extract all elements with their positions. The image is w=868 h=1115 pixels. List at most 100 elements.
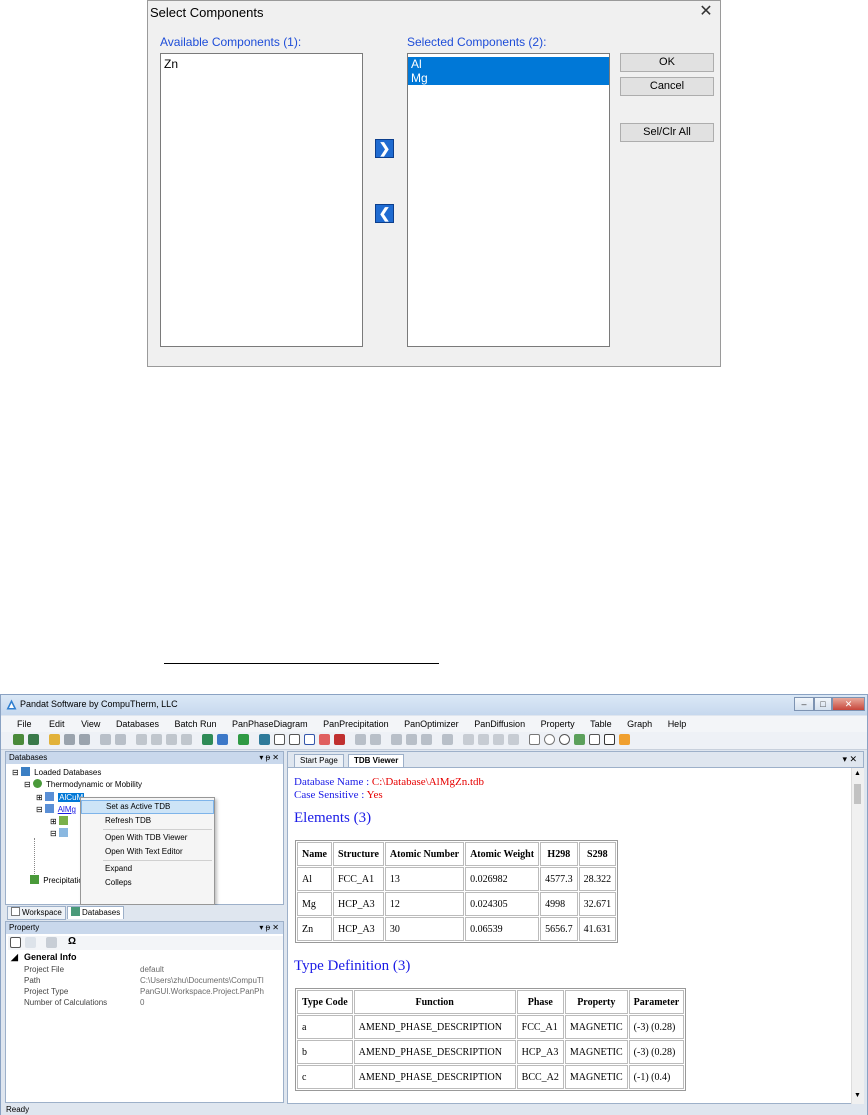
ok-button[interactable]: OK bbox=[620, 53, 714, 72]
scroll-thumb[interactable] bbox=[854, 784, 861, 804]
menu-set-active-tdb[interactable]: Set as Active TDB bbox=[81, 800, 214, 814]
omega-icon[interactable]: Ω bbox=[68, 936, 76, 947]
paste-icon[interactable] bbox=[166, 734, 177, 745]
line-icon[interactable] bbox=[289, 734, 300, 745]
list-icon[interactable] bbox=[463, 734, 474, 745]
chart-icon[interactable] bbox=[304, 734, 315, 745]
tree-subitem[interactable]: ⊟ bbox=[50, 828, 70, 838]
collapse-icon[interactable]: ⊟ bbox=[24, 780, 31, 789]
move-left-button[interactable]: ❮ bbox=[375, 204, 394, 223]
property-row[interactable]: Path C:\Users\zhu\Documents\CompuTl bbox=[6, 975, 283, 986]
property-pages-icon[interactable] bbox=[46, 937, 57, 948]
table-icon[interactable] bbox=[217, 734, 228, 745]
collapse-triangle-icon[interactable]: ◢ bbox=[11, 952, 18, 963]
warning-icon[interactable] bbox=[319, 734, 330, 745]
doc-controls-icon[interactable]: ▾ ✕ bbox=[842, 754, 857, 765]
tree-item-alcum[interactable]: ⊞ AlCuM bbox=[36, 792, 85, 802]
menu-graph[interactable]: Graph bbox=[627, 716, 652, 732]
available-components-list[interactable]: Zn bbox=[160, 53, 363, 347]
expand-icon[interactable]: ⊞ bbox=[50, 817, 57, 826]
collapse-icon[interactable]: ⊟ bbox=[36, 805, 43, 814]
download-icon[interactable] bbox=[238, 734, 249, 745]
export-icon[interactable] bbox=[508, 734, 519, 745]
scatter-icon[interactable] bbox=[478, 734, 489, 745]
calculate-icon[interactable] bbox=[202, 734, 213, 745]
sort-alpha-icon[interactable] bbox=[25, 937, 36, 948]
zoom-box-icon[interactable] bbox=[391, 734, 402, 745]
delete-icon[interactable] bbox=[181, 734, 192, 745]
property-row[interactable]: Project Type PanGUI.Workspace.Project.Pa… bbox=[6, 986, 283, 997]
general-info-section[interactable]: ◢ General Info bbox=[6, 952, 283, 963]
new-project-icon[interactable] bbox=[13, 734, 24, 745]
tree-root[interactable]: ⊟ Loaded Databases bbox=[12, 767, 101, 777]
vertical-scrollbar[interactable]: ▲ ▼ bbox=[851, 768, 864, 1104]
menu-open-text-editor[interactable]: Open With Text Editor bbox=[81, 845, 214, 859]
tab-workspace[interactable]: Workspace bbox=[7, 906, 66, 920]
scroll-up-icon[interactable]: ▲ bbox=[854, 770, 861, 777]
pane-controls-icon[interactable]: ▾ ᵽ ✕ bbox=[259, 752, 279, 764]
property-row[interactable]: Project File default bbox=[6, 964, 283, 975]
menu-help[interactable]: Help bbox=[668, 716, 687, 732]
layout-icon[interactable] bbox=[370, 734, 381, 745]
pane-controls-icon[interactable]: ▾ ᵽ ✕ bbox=[259, 922, 279, 934]
menu-panoptimizer[interactable]: PanOptimizer bbox=[404, 716, 459, 732]
zoom-out-box-icon[interactable] bbox=[421, 734, 432, 745]
menu-file[interactable]: File bbox=[17, 716, 32, 732]
tab-databases[interactable]: Databases bbox=[67, 906, 125, 919]
magnifier-icon[interactable] bbox=[544, 734, 555, 745]
new-workspace-icon[interactable] bbox=[28, 734, 39, 745]
close-icon[interactable]: ✕ bbox=[832, 697, 865, 711]
tree-item-precipitation[interactable]: Precipitation bbox=[30, 875, 87, 885]
selected-components-list[interactable]: Al Mg bbox=[407, 53, 610, 347]
expand-icon[interactable]: ⊞ bbox=[36, 793, 43, 802]
grid-icon[interactable] bbox=[355, 734, 366, 745]
select-clear-all-button[interactable]: Sel/Clr All bbox=[620, 123, 714, 142]
tab-start-page[interactable]: Start Page bbox=[294, 754, 344, 767]
menu-collapse[interactable]: Colleps bbox=[81, 876, 214, 890]
scroll-down-icon[interactable]: ▼ bbox=[854, 1092, 861, 1099]
tree-item-almg[interactable]: ⊟ AlMg bbox=[36, 804, 76, 814]
legend-icon[interactable] bbox=[589, 734, 600, 745]
stop-icon[interactable] bbox=[334, 734, 345, 745]
print-icon[interactable] bbox=[115, 734, 126, 745]
tree-subitem[interactable]: ⊞ bbox=[50, 816, 70, 826]
menu-panprecipitation[interactable]: PanPrecipitation bbox=[323, 716, 389, 732]
list-item[interactable]: Al bbox=[408, 57, 609, 71]
open-folder-icon[interactable] bbox=[49, 734, 60, 745]
maximize-icon[interactable]: □ bbox=[814, 697, 832, 711]
pencil-icon[interactable] bbox=[619, 734, 630, 745]
list-item[interactable]: Mg bbox=[408, 71, 609, 85]
menu-batch-run[interactable]: Batch Run bbox=[174, 716, 216, 732]
zoom-in-box-icon[interactable] bbox=[406, 734, 417, 745]
list-item[interactable]: Zn bbox=[161, 57, 362, 71]
categorized-icon[interactable] bbox=[10, 937, 21, 948]
text-icon[interactable] bbox=[604, 734, 615, 745]
document-icon[interactable] bbox=[493, 734, 504, 745]
collapse-icon[interactable]: ⊟ bbox=[12, 768, 19, 777]
property-row[interactable]: Number of Calculations 0 bbox=[6, 997, 283, 1008]
menu-expand[interactable]: Expand bbox=[81, 862, 214, 876]
columns-icon[interactable] bbox=[442, 734, 453, 745]
minimize-icon[interactable]: – bbox=[794, 697, 814, 711]
save-all-icon[interactable] bbox=[79, 734, 90, 745]
rotate-icon[interactable] bbox=[559, 734, 570, 745]
menu-databases[interactable]: Databases bbox=[116, 716, 159, 732]
close-icon[interactable]: ✕ bbox=[698, 4, 714, 20]
tab-tdb-viewer[interactable]: TDB Viewer bbox=[348, 754, 405, 767]
collapse-icon[interactable]: ⊟ bbox=[50, 829, 57, 838]
print-preview-icon[interactable] bbox=[100, 734, 111, 745]
menu-property[interactable]: Property bbox=[541, 716, 575, 732]
tree-group[interactable]: ⊟ Thermodynamic or Mobility bbox=[24, 779, 142, 789]
menu-view[interactable]: View bbox=[81, 716, 100, 732]
cancel-button[interactable]: Cancel bbox=[620, 77, 714, 96]
save-icon[interactable] bbox=[64, 734, 75, 745]
point-icon[interactable] bbox=[274, 734, 285, 745]
menu-pandiffusion[interactable]: PanDiffusion bbox=[474, 716, 525, 732]
menu-refresh-tdb[interactable]: Refresh TDB bbox=[81, 814, 214, 828]
database-icon[interactable] bbox=[259, 734, 270, 745]
edit-chart-icon[interactable] bbox=[574, 734, 585, 745]
cut-icon[interactable] bbox=[136, 734, 147, 745]
pointer-icon[interactable] bbox=[529, 734, 540, 745]
menu-edit[interactable]: Edit bbox=[49, 716, 65, 732]
move-right-button[interactable]: ❯ bbox=[375, 139, 394, 158]
